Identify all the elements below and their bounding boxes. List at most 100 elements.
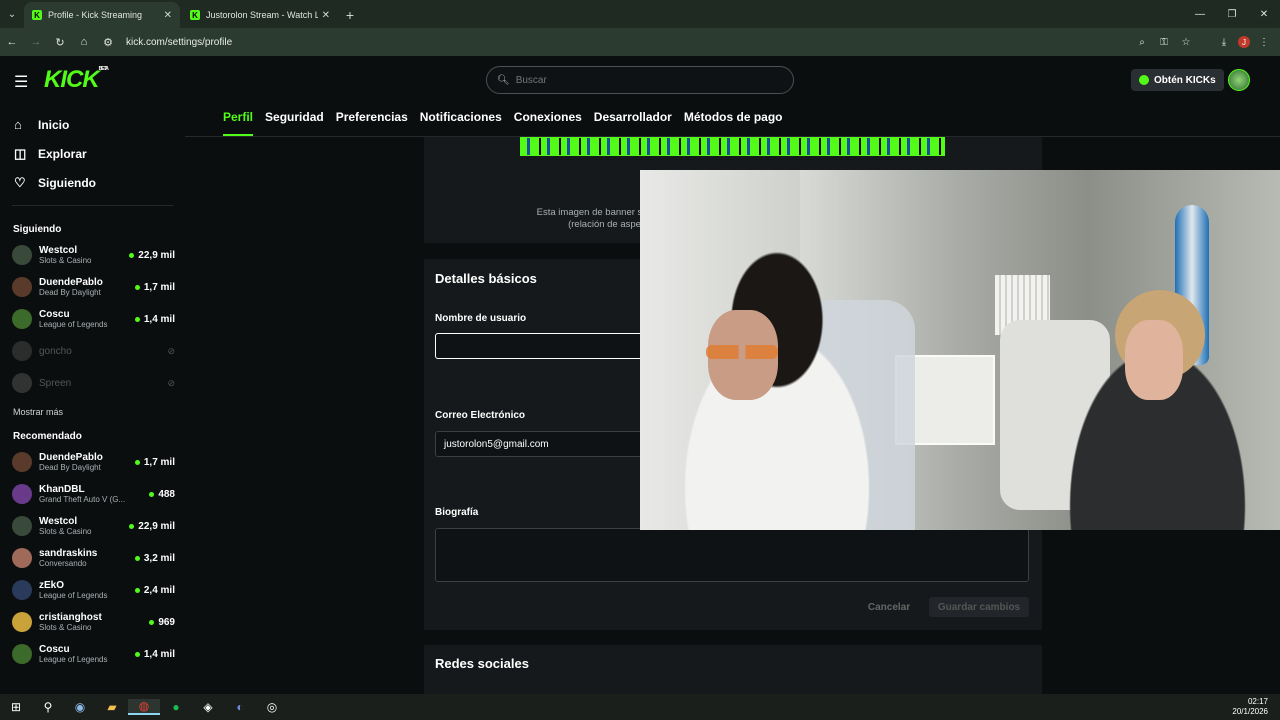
clock-time: 02:17 <box>1247 697 1268 706</box>
spotify-icon[interactable]: ● <box>160 700 192 714</box>
channel-avatar <box>12 277 32 297</box>
back-icon[interactable]: ← <box>0 28 24 56</box>
steam-icon[interactable]: ◉ <box>64 700 96 714</box>
viewer-count-text: 488 <box>158 488 175 500</box>
tab-notificaciones[interactable]: Notificaciones <box>420 110 502 136</box>
discord-icon[interactable]: ◐ <box>224 700 256 714</box>
close-icon[interactable]: ✕ <box>322 10 330 21</box>
channel-category: Slots & Casino <box>39 527 92 536</box>
user-avatar[interactable] <box>1228 69 1250 91</box>
live-dot-icon <box>134 587 140 593</box>
channel-category: Slots & Casino <box>39 256 92 265</box>
banner-image[interactable] <box>520 137 945 156</box>
channel-item[interactable]: Westcol Slots & Casino 22,9 mil <box>0 510 185 542</box>
profile-avatar-icon[interactable]: J <box>1238 36 1250 48</box>
chrome-icon[interactable]: ◍ <box>128 699 160 715</box>
hamburger-menu-icon[interactable]: ☰ <box>14 72 28 92</box>
windows-start-icon[interactable]: ⊞ <box>0 700 32 714</box>
channel-info: cristianghost Slots & Casino <box>39 612 149 632</box>
channel-item[interactable]: DuendePablo Dead By Daylight 1,7 mil <box>0 446 185 478</box>
download-icon[interactable]: ⤓ <box>1216 34 1232 50</box>
file-explorer-icon[interactable]: ▰ <box>96 700 128 714</box>
window-controls: — ❐ ✕ <box>1184 0 1280 28</box>
viewer-count: 1,7 mil <box>134 457 175 468</box>
username-label: Nombre de usuario <box>435 313 527 324</box>
tab-stream[interactable]: K Justorolon Stream - Watch Live ✕ <box>182 2 338 28</box>
kicks-coin-icon <box>1139 75 1149 85</box>
forward-icon[interactable]: → <box>24 28 48 56</box>
channel-avatar <box>12 452 32 472</box>
url-field[interactable]: kick.com/settings/profile <box>126 37 1134 48</box>
password-key-icon[interactable]: ⚿ <box>1156 34 1172 50</box>
channel-item[interactable]: Westcol Slots & Casino 22,9 mil <box>0 239 185 271</box>
bookmark-star-icon[interactable]: ☆ <box>1178 34 1194 50</box>
search-input[interactable] <box>515 74 766 86</box>
close-window-icon[interactable]: ✕ <box>1248 0 1280 28</box>
search-bar[interactable]: 🔍︎ <box>486 66 794 94</box>
channel-item[interactable]: KhanDBL Grand Theft Auto V (G... 488 <box>0 478 185 510</box>
recommended-list: DuendePablo Dead By Daylight 1,7 mil KhanDB… <box>0 446 185 670</box>
show-more-link[interactable]: Mostrar más <box>0 399 185 427</box>
channel-item[interactable]: DuendePablo Dead By Daylight 1,7 mil <box>0 271 185 303</box>
site-info-icon[interactable]: ⚙ <box>96 28 120 56</box>
obs-icon[interactable]: ◎ <box>256 700 288 714</box>
viewer-count-text: 1,4 mil <box>143 648 175 660</box>
channel-item[interactable]: zEkO League of Legends 2,4 mil <box>0 574 185 606</box>
get-kicks-button[interactable]: Obtén KICKs <box>1131 69 1224 91</box>
channel-name: Coscu <box>39 309 70 320</box>
channel-avatar <box>12 644 32 664</box>
live-dot-icon <box>134 555 140 561</box>
channel-info: Coscu League of Legends <box>39 309 135 329</box>
cancel-button[interactable]: Cancelar <box>860 597 918 617</box>
channel-item[interactable]: Spreen ⊘ <box>0 367 185 399</box>
viewer-count-text: 3,2 mil <box>143 552 175 564</box>
tab-metodos-pago[interactable]: Métodos de pago <box>684 110 783 136</box>
sidebar-item-explorar[interactable]: ◫ Explorar <box>0 139 185 168</box>
sidebar-item-label: Inicio <box>38 117 70 132</box>
unity-icon[interactable]: ◈ <box>192 700 224 714</box>
kick-logo[interactable]: KICKBETA <box>44 66 109 94</box>
home-icon[interactable]: ⌂ <box>72 28 96 56</box>
sidebar-item-inicio[interactable]: ⌂ Inicio <box>0 110 185 139</box>
close-icon[interactable]: ✕ <box>164 10 172 21</box>
channel-name: goncho <box>39 345 72 357</box>
new-tab-button[interactable]: + <box>340 2 360 28</box>
compass-icon: ◫ <box>14 145 27 161</box>
channel-name: Coscu <box>39 644 70 655</box>
viewer-count: 2,4 mil <box>134 585 175 596</box>
search-icon[interactable]: ⚲ <box>32 700 64 714</box>
menu-dots-icon[interactable]: ⋮ <box>1256 34 1272 50</box>
tab-search-button[interactable]: ⌄ <box>0 0 24 28</box>
channel-avatar <box>12 309 32 329</box>
live-dot-icon <box>134 651 140 657</box>
tab-conexiones[interactable]: Conexiones <box>514 110 582 136</box>
minimize-icon[interactable]: — <box>1184 0 1216 28</box>
webcam-glasses <box>706 345 778 359</box>
live-dot-icon <box>129 252 135 258</box>
zoom-icon[interactable]: ⌕ <box>1134 34 1150 50</box>
system-clock[interactable]: 02:17 20/1/2026 <box>1232 697 1268 717</box>
tab-preferencias[interactable]: Preferencias <box>336 110 408 136</box>
sidebar-item-siguiendo[interactable]: ♡ Siguiendo <box>0 168 185 197</box>
bio-textarea[interactable] <box>435 528 1029 582</box>
channel-item[interactable]: goncho ⊘ <box>0 335 185 367</box>
channel-item[interactable]: sandraskins Conversando 3,2 mil <box>0 542 185 574</box>
channel-item[interactable]: Coscu League of Legends 1,4 mil <box>0 638 185 670</box>
beta-badge: BETA <box>98 66 109 72</box>
channel-item[interactable]: Coscu League of Legends 1,4 mil <box>0 303 185 335</box>
tab-perfil[interactable]: Perfil <box>223 110 254 136</box>
channel-category: Grand Theft Auto V (G... <box>39 495 126 504</box>
channel-avatar <box>12 245 32 265</box>
restore-icon[interactable]: ❐ <box>1216 0 1248 28</box>
tab-seguridad[interactable]: Seguridad <box>265 110 324 136</box>
save-changes-button[interactable]: Guardar cambios <box>929 597 1029 617</box>
channel-item[interactable]: cristianghost Slots & Casino 969 <box>0 606 185 638</box>
viewer-count-text: 22,9 mil <box>138 520 175 532</box>
live-dot-icon <box>149 619 155 625</box>
tab-profile[interactable]: K Profile - Kick Streaming ✕ <box>24 2 180 28</box>
viewer-count-text: 969 <box>158 616 175 628</box>
reload-icon[interactable]: ↻ <box>48 28 72 56</box>
viewer-count: 1,4 mil <box>134 648 175 660</box>
tab-desarrollador[interactable]: Desarrollador <box>594 110 672 136</box>
viewer-count: 969 <box>149 617 175 628</box>
